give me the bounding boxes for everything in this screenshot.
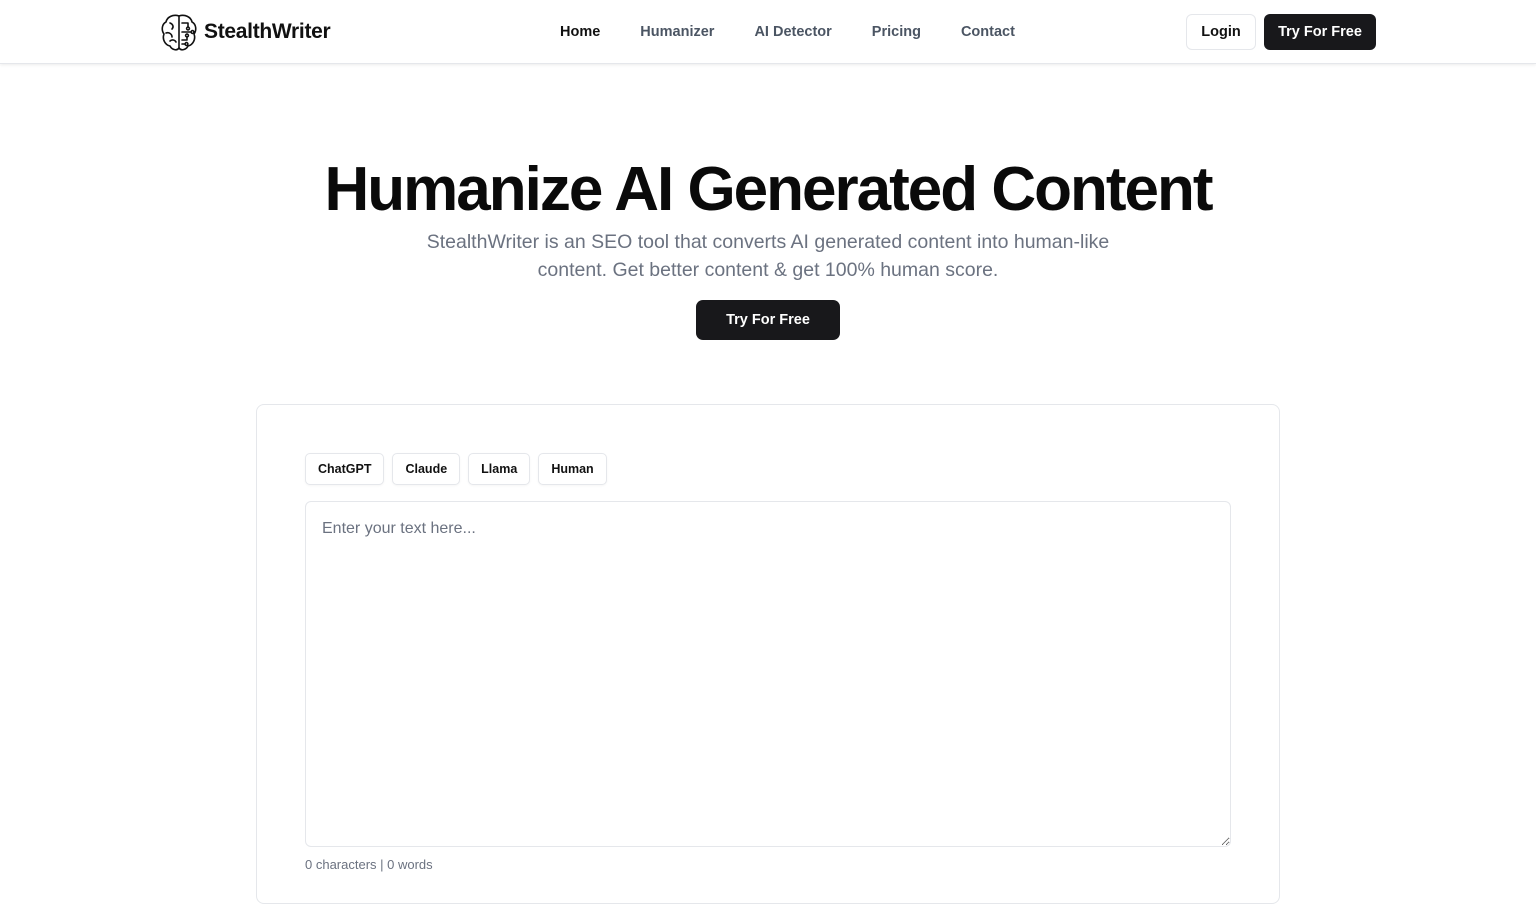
brand-logo[interactable]: StealthWriter — [160, 12, 331, 52]
nav-humanizer[interactable]: Humanizer — [640, 24, 714, 40]
nav-pricing[interactable]: Pricing — [872, 24, 921, 40]
model-chip-group: ChatGPT Claude Llama Human — [305, 453, 607, 485]
site-header: StealthWriter Home Humanizer AI Detector… — [0, 0, 1536, 64]
chip-chatgpt[interactable]: ChatGPT — [305, 453, 385, 485]
brand-name: StealthWriter — [204, 20, 331, 43]
nav-home[interactable]: Home — [560, 24, 600, 40]
nav-contact[interactable]: Contact — [961, 24, 1015, 40]
chip-claude[interactable]: Claude — [392, 453, 461, 485]
header-try-free-button[interactable]: Try For Free — [1264, 14, 1376, 50]
character-word-counter: 0 characters | 0 words — [305, 857, 433, 872]
hero-try-free-button[interactable]: Try For Free — [696, 300, 840, 340]
login-button[interactable]: Login — [1186, 14, 1256, 50]
main-nav: Home Humanizer AI Detector Pricing Conta… — [560, 0, 1015, 64]
hero-subtitle: StealthWriter is an SEO tool that conver… — [426, 231, 1110, 281]
hero-title: Humanize AI Generated Content — [324, 155, 1213, 224]
humanizer-card: ChatGPT Claude Llama Human 0 characters … — [256, 404, 1280, 904]
chip-llama[interactable]: Llama — [468, 453, 531, 485]
chip-human[interactable]: Human — [538, 453, 607, 485]
nav-ai-detector[interactable]: AI Detector — [754, 24, 831, 40]
text-input[interactable] — [305, 501, 1231, 847]
brain-circuit-icon — [161, 14, 197, 51]
